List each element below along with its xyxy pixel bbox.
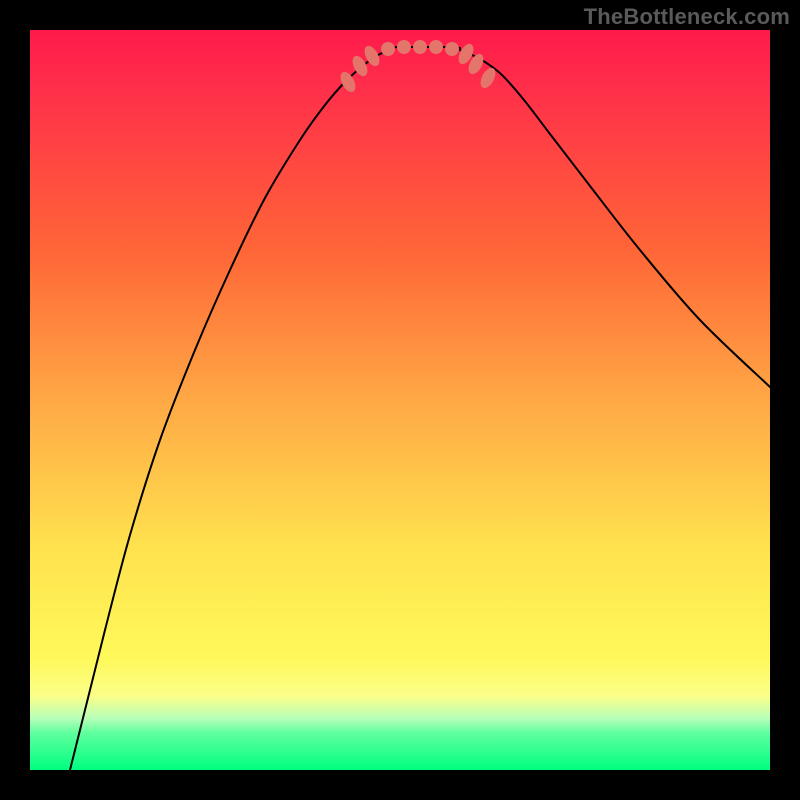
watermark-text: TheBottleneck.com	[584, 4, 790, 30]
valley-marker-4	[397, 40, 411, 54]
curve-right-curve	[460, 50, 770, 387]
valley-marker-3	[381, 42, 395, 56]
valley-marker-5	[413, 40, 427, 54]
valley-marker-7	[445, 42, 459, 56]
chart-frame: TheBottleneck.com	[0, 0, 800, 800]
plot-area	[30, 30, 770, 770]
curve-left-curve	[70, 50, 390, 770]
valley-marker-6	[429, 40, 443, 54]
chart-svg	[30, 30, 770, 770]
